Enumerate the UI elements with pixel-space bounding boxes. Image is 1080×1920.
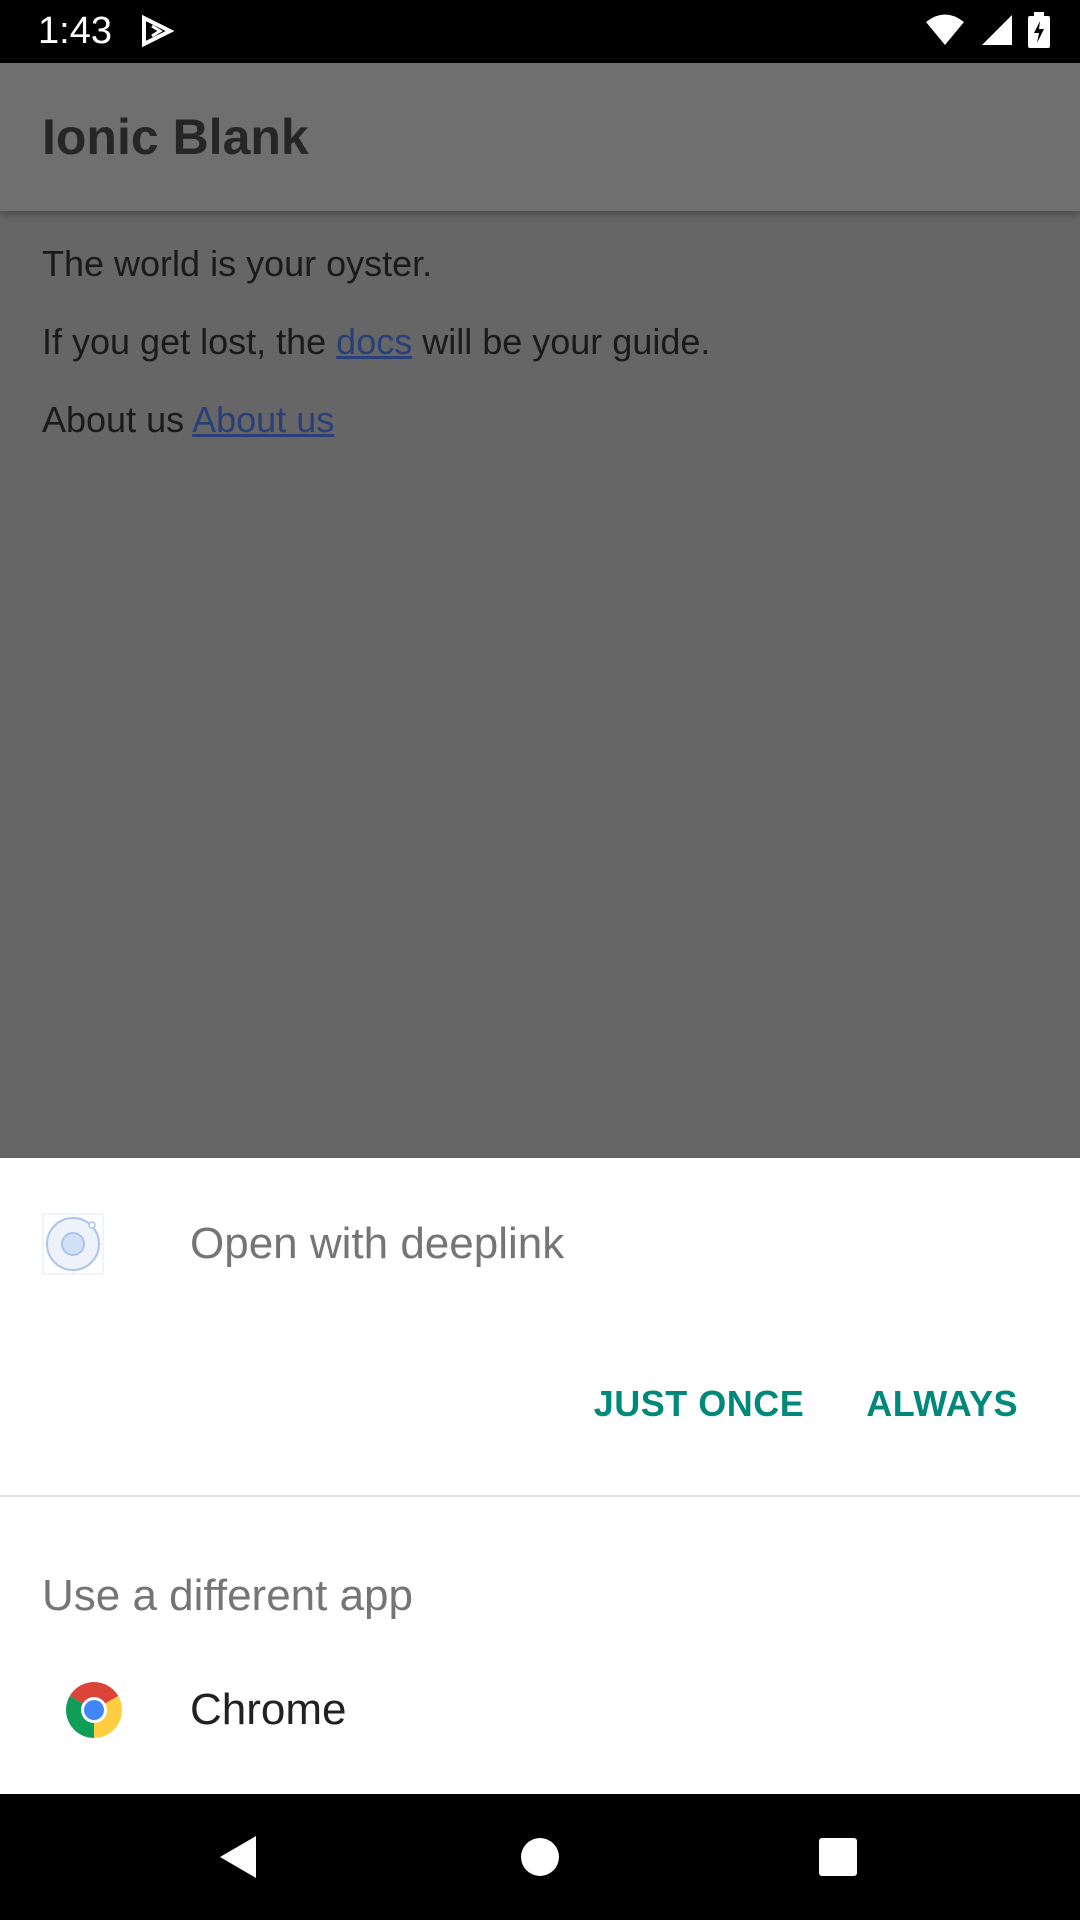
home-icon[interactable] <box>480 1794 600 1920</box>
different-app-heading: Use a different app <box>42 1571 413 1620</box>
page-content: The world is your oyster. If you get los… <box>42 242 1042 476</box>
recents-icon[interactable] <box>778 1794 898 1920</box>
chooser-title: Open with deeplink <box>190 1219 565 1268</box>
page-title: Ionic Blank <box>42 109 309 165</box>
docs-link[interactable]: docs <box>336 321 412 362</box>
docs-suffix: will be your guide. <box>412 321 711 362</box>
play-store-icon <box>140 14 175 53</box>
navigation-bar <box>0 1794 1080 1920</box>
app-option-label: Chrome <box>190 1685 347 1734</box>
chooser-header: Open with deeplink <box>0 1158 1080 1328</box>
divider <box>0 1495 1080 1497</box>
wifi-icon <box>924 13 966 52</box>
app-toolbar: Ionic Blank <box>0 63 1080 211</box>
back-icon[interactable] <box>178 1794 298 1920</box>
signal-icon <box>980 13 1014 52</box>
status-icons <box>924 12 1050 53</box>
about-paragraph: About us About us <box>42 398 1042 442</box>
always-button[interactable]: ALWAYS <box>866 1382 1018 1426</box>
about-us-link[interactable]: About us <box>192 399 334 440</box>
docs-paragraph: If you get lost, the docs will be your g… <box>42 320 1042 364</box>
docs-prefix: If you get lost, the <box>42 321 337 362</box>
battery-charging-icon <box>1028 12 1050 53</box>
app-option-chrome[interactable]: Chrome <box>0 1678 1080 1778</box>
app-chooser-sheet: Open with deeplink JUST ONCE ALWAYS Use … <box>0 1158 1080 1794</box>
intro-text: The world is your oyster. <box>42 243 433 284</box>
status-time: 1:43 <box>38 10 112 52</box>
about-prefix: About us <box>42 399 193 440</box>
chooser-actions: JUST ONCE ALWAYS <box>594 1382 1018 1426</box>
just-once-button[interactable]: JUST ONCE <box>594 1382 805 1426</box>
deeplink-app-icon <box>42 1213 104 1275</box>
status-bar: 1:43 <box>0 0 1080 63</box>
chrome-icon <box>62 1678 126 1742</box>
